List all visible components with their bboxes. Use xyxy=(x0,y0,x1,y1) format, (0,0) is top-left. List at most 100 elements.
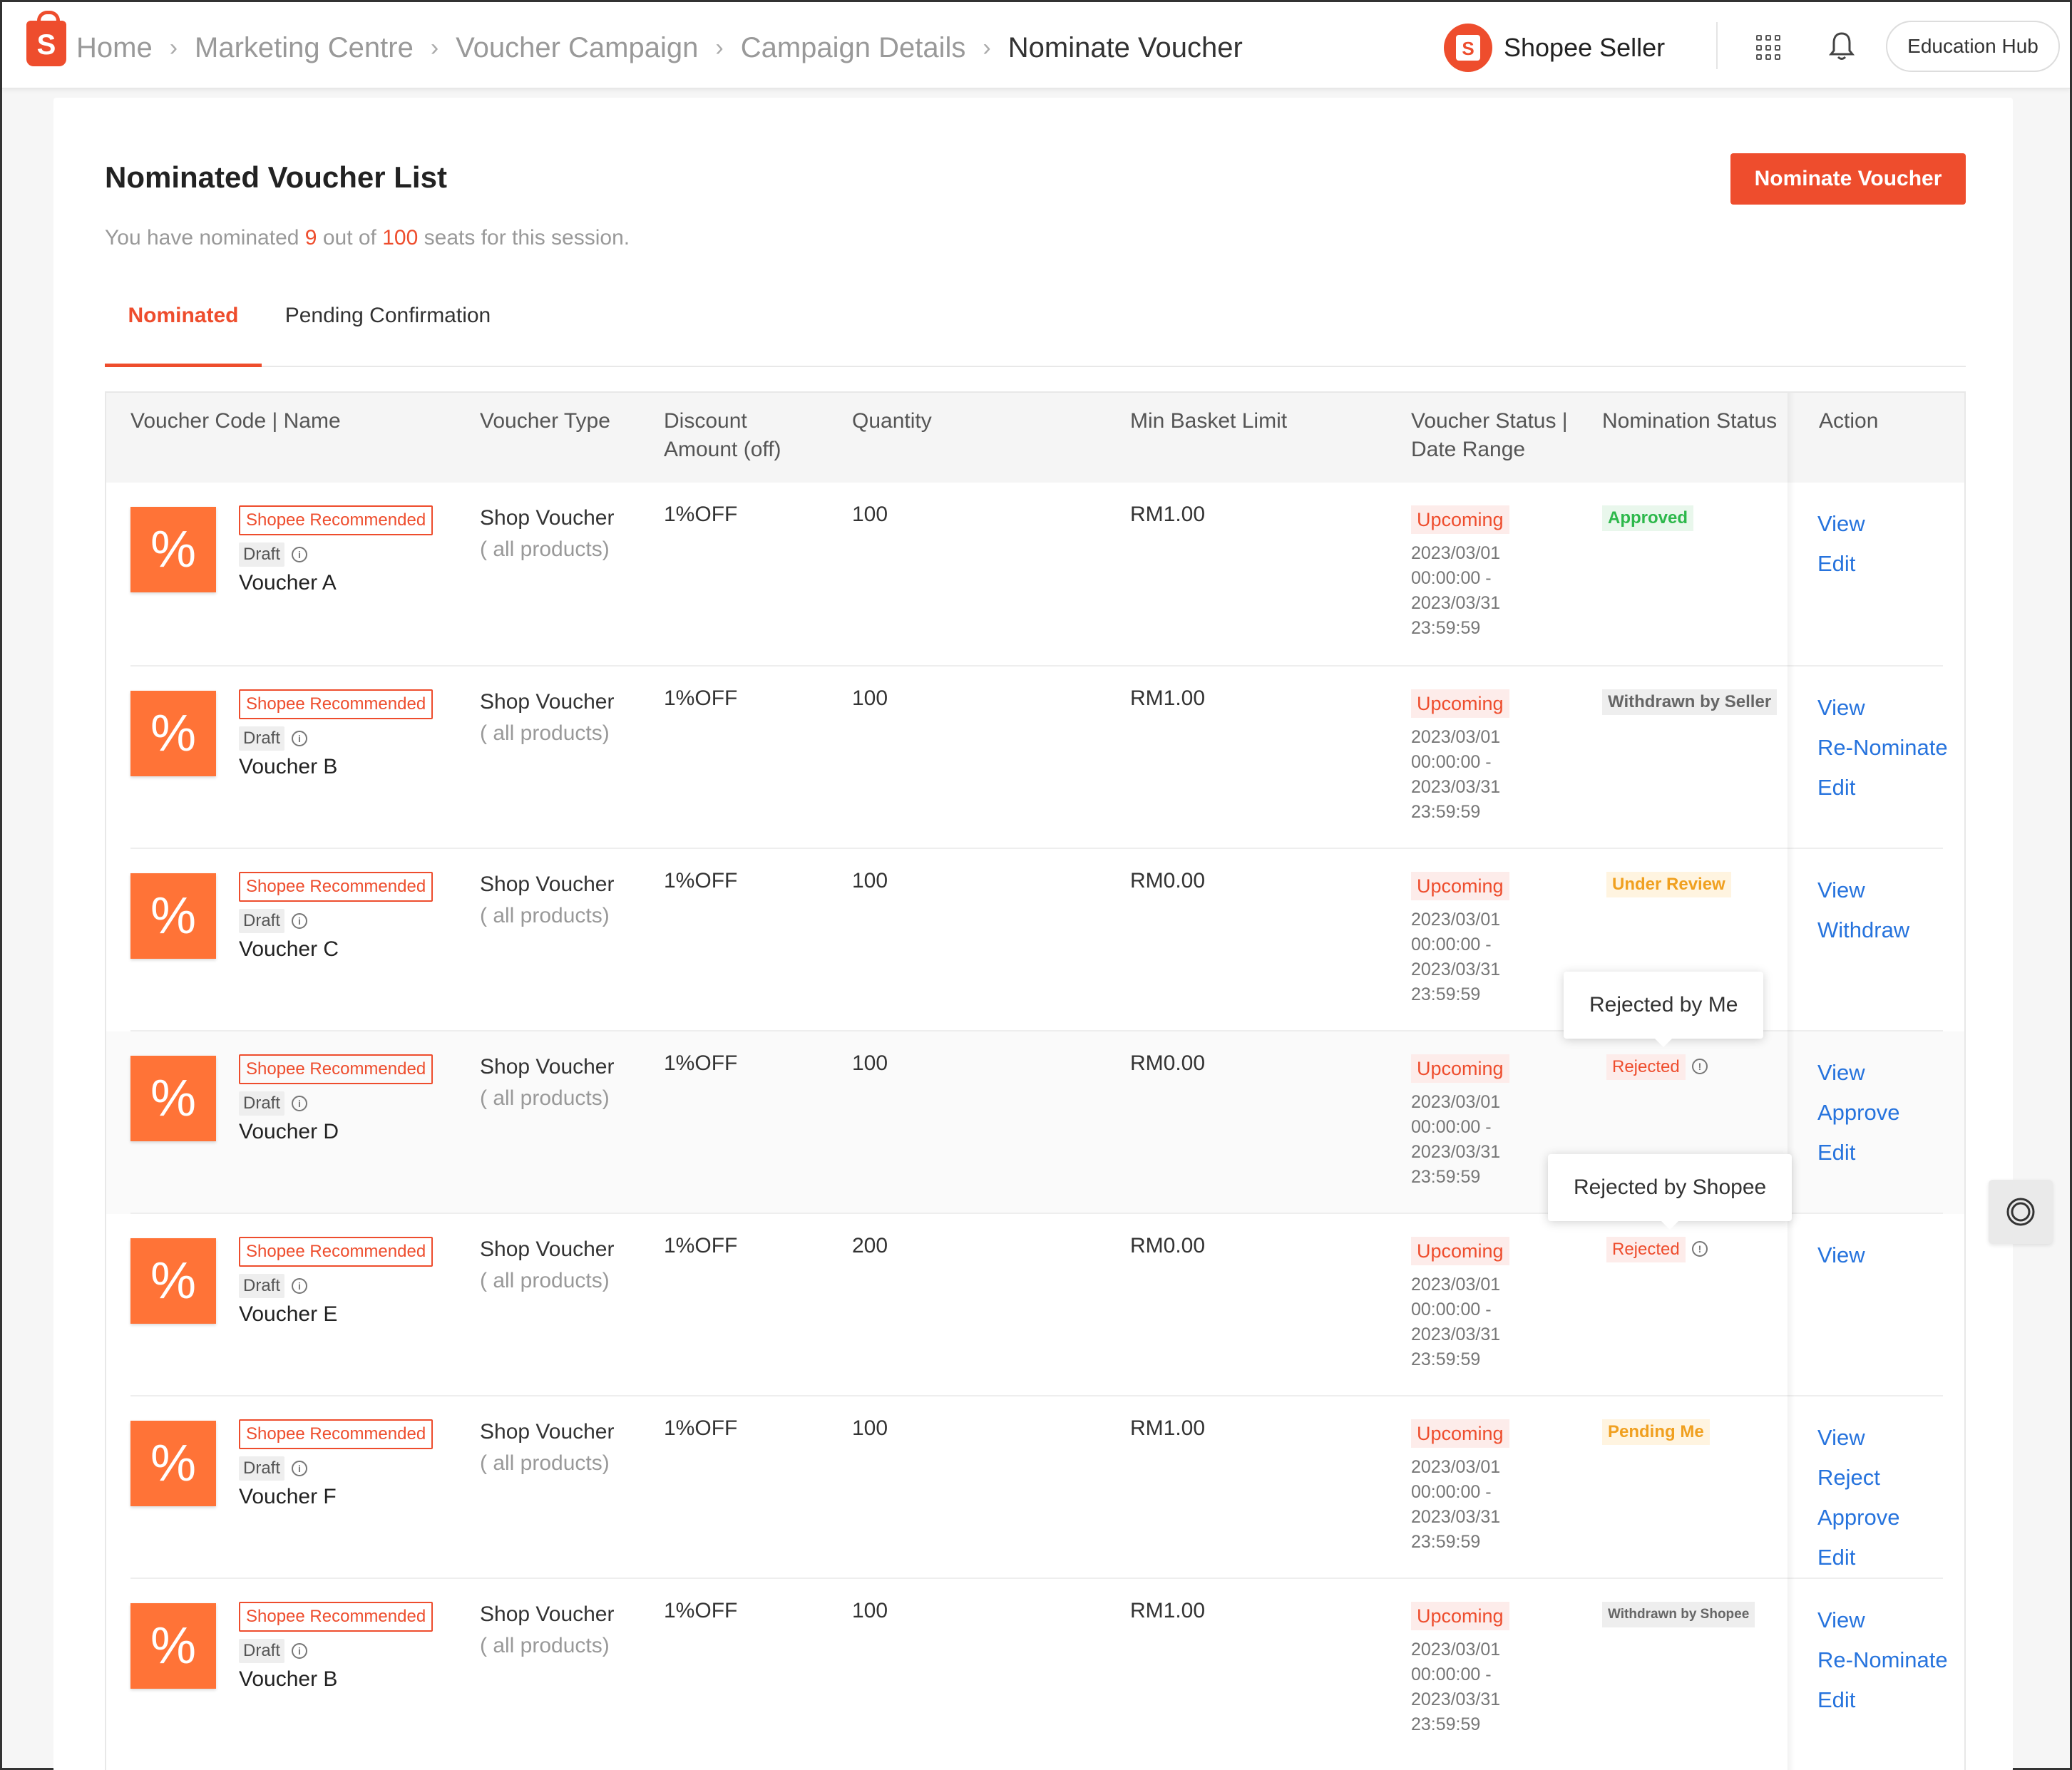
shopee-recommended-tag: Shopee Recommended xyxy=(239,872,434,902)
rejection-tooltip: Rejected by Me xyxy=(1564,972,1764,1047)
nominate-voucher-button[interactable]: Nominate Voucher xyxy=(1730,153,1966,205)
breadcrumb-home[interactable]: Home xyxy=(76,32,153,64)
action-re-nominate-link[interactable]: Re-Nominate xyxy=(1817,728,1948,768)
draft-tag: Draft xyxy=(239,1456,285,1481)
action-edit-link[interactable]: Edit xyxy=(1817,544,1865,584)
voucher-status-badge: Upcoming xyxy=(1411,505,1509,534)
header-discount: Discount Amount (off) xyxy=(664,409,781,461)
discount-amount: 1%OFF xyxy=(664,1416,738,1440)
bell-icon[interactable] xyxy=(1829,31,1855,62)
quantity: 200 xyxy=(852,1234,888,1257)
action-reject-link[interactable]: Reject xyxy=(1817,1458,1899,1498)
voucher-type: Shop Voucher ( all products) xyxy=(480,506,615,561)
date-range: 2023/03/01 00:00:00 - 2023/03/31 23:59:5… xyxy=(1411,727,1501,822)
seats-used: 9 xyxy=(304,226,317,249)
min-basket-limit: RM1.00 xyxy=(1130,503,1206,526)
header-voucher-code: Voucher Code | Name xyxy=(130,409,341,433)
voucher-name: Voucher A xyxy=(239,571,337,595)
discount-amount: 1%OFF xyxy=(664,869,738,892)
header-quantity: Quantity xyxy=(852,409,932,433)
shopee-logo-icon[interactable]: S xyxy=(26,11,66,66)
table-row: % Shopee Recommended Draft i Voucher E S… xyxy=(106,1154,1964,1396)
action-view-link[interactable]: View xyxy=(1817,870,1909,910)
action-view-link[interactable]: View xyxy=(1817,504,1865,544)
action-edit-link[interactable]: Edit xyxy=(1817,768,1948,808)
info-icon[interactable]: i xyxy=(292,1096,307,1111)
discount-amount: 1%OFF xyxy=(664,1051,738,1075)
action-re-nominate-link[interactable]: Re-Nominate xyxy=(1817,1640,1948,1680)
tab-nominated[interactable]: Nominated xyxy=(105,289,262,367)
draft-tag: Draft xyxy=(239,1274,285,1298)
header-voucher-type: Voucher Type xyxy=(480,409,610,433)
min-basket-limit: RM0.00 xyxy=(1130,869,1206,892)
voucher-name: Voucher B xyxy=(239,1667,338,1691)
tab-pending-confirmation[interactable]: Pending Confirmation xyxy=(270,289,506,367)
voucher-name: Voucher B xyxy=(239,755,338,778)
draft-tag: Draft xyxy=(239,909,285,933)
voucher-type: Shop Voucher ( all products) xyxy=(480,1420,615,1475)
voucher-table: Voucher Code | Name Voucher Type Discoun… xyxy=(105,391,1966,1770)
info-icon[interactable]: ! xyxy=(1692,1241,1708,1257)
date-range: 2023/03/01 00:00:00 - 2023/03/31 23:59:5… xyxy=(1411,910,1501,1004)
min-basket-limit: RM1.00 xyxy=(1130,686,1206,710)
action-view-link[interactable]: View xyxy=(1817,1418,1899,1458)
shopee-recommended-tag: Shopee Recommended xyxy=(239,1602,434,1632)
voucher-percent-icon: % xyxy=(130,507,216,592)
action-view-link[interactable]: View xyxy=(1817,1600,1948,1640)
header-voucher-status: Voucher Status | Date Range xyxy=(1411,409,1568,461)
breadcrumb-campaign-details[interactable]: Campaign Details xyxy=(741,32,966,64)
min-basket-limit: RM1.00 xyxy=(1130,1416,1206,1440)
voucher-type: Shop Voucher ( all products) xyxy=(480,873,615,927)
info-icon[interactable]: i xyxy=(292,913,307,929)
action-view-link[interactable]: View xyxy=(1817,1235,1865,1275)
seats-total: 100 xyxy=(382,226,419,249)
customer-service-button[interactable] xyxy=(1989,1180,2053,1244)
breadcrumb-voucher-campaign[interactable]: Voucher Campaign xyxy=(456,32,698,64)
min-basket-limit: RM0.00 xyxy=(1130,1051,1206,1075)
apps-grid-icon[interactable] xyxy=(1756,35,1782,61)
action-view-link[interactable]: View xyxy=(1817,688,1948,728)
voucher-name: Voucher F xyxy=(239,1485,337,1508)
voucher-name: Voucher C xyxy=(239,937,339,961)
action-withdraw-link[interactable]: Withdraw xyxy=(1817,910,1909,950)
shopee-seller-brand[interactable]: S Shopee Seller xyxy=(1444,24,1665,72)
info-icon[interactable]: i xyxy=(292,1643,307,1659)
tab-bar: Nominated Pending Confirmation xyxy=(105,289,1966,367)
shopee-recommended-tag: Shopee Recommended xyxy=(239,689,434,719)
voucher-status-badge: Upcoming xyxy=(1411,1054,1509,1083)
nomination-status-badge: Under Review xyxy=(1606,872,1731,897)
action-approve-link[interactable]: Approve xyxy=(1817,1093,1899,1133)
header-action: Action xyxy=(1819,409,1879,433)
min-basket-limit: RM0.00 xyxy=(1130,1234,1206,1257)
nomination-status-badge: Approved xyxy=(1602,505,1694,531)
action-approve-link[interactable]: Approve xyxy=(1817,1498,1899,1538)
education-hub-button[interactable]: Education Hub xyxy=(1886,21,2060,72)
action-view-link[interactable]: View xyxy=(1817,1053,1899,1093)
quantity: 100 xyxy=(852,1051,888,1075)
info-icon[interactable]: i xyxy=(292,731,307,746)
date-range: 2023/03/01 00:00:00 - 2023/03/31 23:59:5… xyxy=(1411,1457,1501,1552)
voucher-type: Shop Voucher ( all products) xyxy=(480,690,615,745)
breadcrumb-marketing-centre[interactable]: Marketing Centre xyxy=(195,32,414,64)
info-icon[interactable]: i xyxy=(292,1278,307,1294)
min-basket-limit: RM1.00 xyxy=(1130,1599,1206,1622)
action-edit-link[interactable]: Edit xyxy=(1817,1680,1948,1720)
date-range: 2023/03/01 00:00:00 - 2023/03/31 23:59:5… xyxy=(1411,1092,1501,1187)
voucher-status-badge: Upcoming xyxy=(1411,872,1509,900)
info-icon[interactable]: ! xyxy=(1692,1059,1708,1074)
draft-tag: Draft xyxy=(239,1091,285,1116)
info-icon[interactable]: i xyxy=(292,1461,307,1476)
action-edit-link[interactable]: Edit xyxy=(1817,1538,1899,1578)
voucher-percent-icon: % xyxy=(130,1056,216,1141)
date-range: 2023/03/01 00:00:00 - 2023/03/31 23:59:5… xyxy=(1411,543,1501,638)
voucher-percent-icon: % xyxy=(130,1238,216,1324)
seats-summary: You have nominated 9 out of 100 seats fo… xyxy=(105,226,630,249)
header-divider xyxy=(1716,22,1718,69)
table-row: % Shopee Recommended Draft i Voucher B S… xyxy=(106,1579,1964,1770)
action-edit-link[interactable]: Edit xyxy=(1817,1133,1899,1173)
info-icon[interactable]: i xyxy=(292,547,307,562)
nomination-status-badge: Withdrawn by Shopee xyxy=(1602,1602,1755,1627)
date-range: 2023/03/01 00:00:00 - 2023/03/31 23:59:5… xyxy=(1411,1640,1501,1734)
breadcrumb: Home › Marketing Centre › Voucher Campai… xyxy=(76,26,1243,69)
quantity: 100 xyxy=(852,503,888,526)
